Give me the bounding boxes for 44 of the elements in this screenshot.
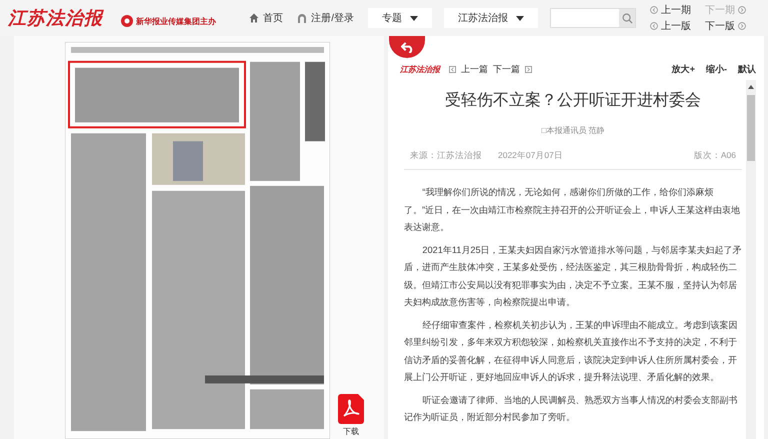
sponsor-text: 新华报业传媒集团主办 (136, 16, 216, 26)
zoom-link[interactable]: 缩小- (706, 62, 727, 76)
download-button[interactable]: 下载 (338, 394, 364, 437)
article-paragraph: “我理解你们所说的情况，无论如何，感谢你们所做的工作，给你们添麻烦了。”近日，在一次由靖江市检察院主持召开的公开听证会上，申诉人王某这样由衷地表达谢意。 (404, 186, 742, 234)
next-article-link[interactable]: 下一篇 (493, 62, 520, 76)
circle-right-icon (738, 6, 746, 14)
caret-icon (516, 16, 524, 20)
article-paragraph: 2021年11月25日，王某夫妇因自家污水管道排水等问题，与邻居李某夫妇起了矛盾，进而产生肢体冲突，王某多处受伤，经法医鉴定，其三根肋骨骨折，构成轻伤二级。但靖江市公安局以没有犯罪事实为由，决定不予立案。王某不服，坚持认为邻居夫妇构成故意伤害等，向检察院提出申请。 (404, 244, 742, 309)
back-arrow-icon (400, 42, 414, 52)
byline: □本报通讯员 范静 (540, 125, 606, 136)
edition-text: 版次：A06 (694, 150, 736, 162)
site-logo[interactable]: 江苏法治报 (8, 6, 103, 30)
issue-nav-link[interactable]: 上一期 (650, 3, 691, 17)
dropdown-button[interactable]: 江苏法治报 (444, 8, 538, 28)
scroll-up-icon (748, 85, 754, 89)
square-left-icon (449, 66, 456, 72)
dropdown-button[interactable]: 专题 (368, 8, 432, 28)
scrollbar[interactable] (746, 80, 756, 439)
search-icon (622, 12, 632, 24)
zoom-link[interactable]: 放大+ (672, 62, 695, 76)
source-text: 来源：江苏法治报 (410, 150, 482, 162)
article-paragraph: 听证会邀请了律师、当地的人民调解员、熟悉双方当事人情况的村委会支部副书记作为听证员，附近部分村民参加了旁听。 (404, 394, 738, 424)
article-title: 受轻伤不立案？公开听证开进村委会 (444, 90, 702, 111)
circle-left-icon (650, 22, 658, 30)
circle-right-icon (738, 22, 746, 30)
zoom-link[interactable]: 默认 (738, 62, 756, 76)
emblem-icon (121, 15, 133, 27)
circle-left-icon (650, 6, 658, 14)
square-right-icon (525, 66, 532, 72)
issue-nav-link[interactable]: 下一版 (705, 19, 746, 33)
site-logo: 江苏法治报 (400, 64, 440, 74)
date-text: 2022年07月07日 (498, 150, 563, 162)
issue-nav-link[interactable]: 上一版 (650, 19, 691, 33)
nav-link[interactable]: 注册/登录 (297, 11, 354, 25)
scrollbar-thumb[interactable] (747, 95, 755, 161)
search-field[interactable] (550, 8, 636, 28)
caret-icon (410, 16, 418, 20)
pdf-icon (338, 394, 364, 424)
article-paragraph: 经仔细审查案件，检察机关初步认为，王某的申诉理由不能成立。考虑到该案因邻里纠纷引发，多年来双方积怨较深，如检察机关直接作出不予支持的决定，不利于信访矛盾的妥善化解，在征得申诉人同意后，该院决定到申诉人住所所属村委会，开展上门公开听证，更好地回应申诉人的诉求，提升释法说理、矛盾化解的效果。 (404, 318, 738, 384)
prev-article-link[interactable]: 上一篇 (461, 62, 488, 76)
search-button[interactable] (619, 9, 635, 27)
nav-link[interactable]: 首页 (249, 11, 284, 25)
home-icon (249, 13, 260, 23)
back-button[interactable] (389, 36, 425, 58)
